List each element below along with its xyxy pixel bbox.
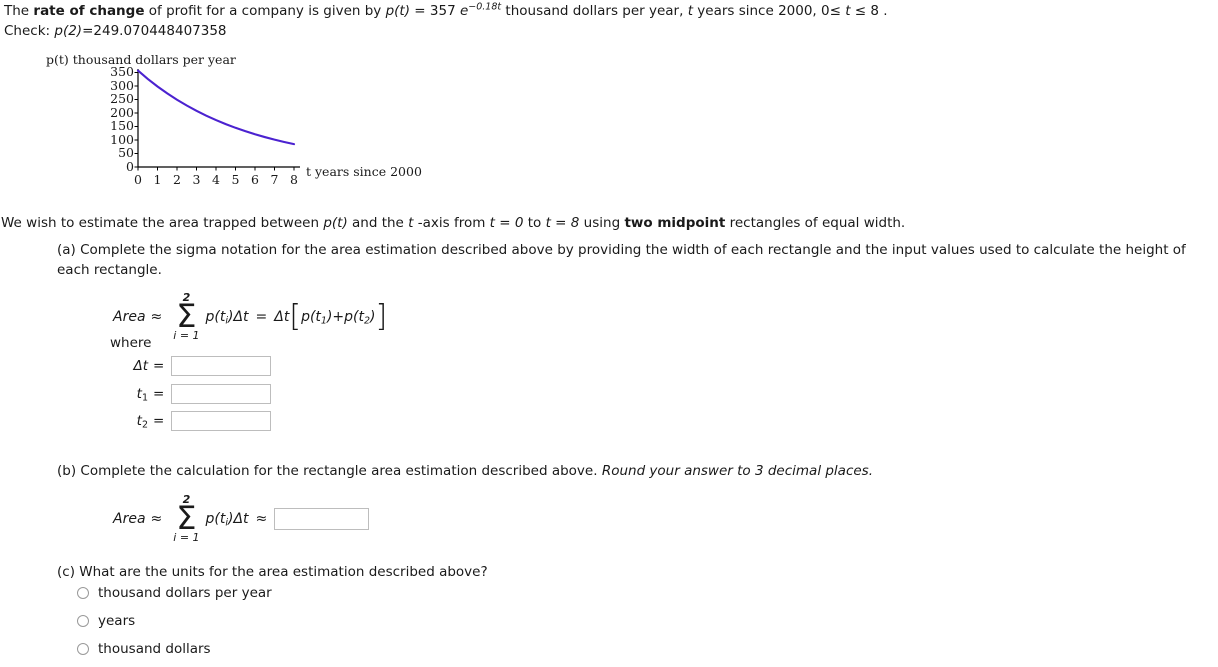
- x-tick: 0: [134, 172, 142, 187]
- bracket-open: [: [289, 298, 302, 334]
- estimate-fn: p(t): [323, 215, 348, 231]
- x-tick: 4: [212, 172, 220, 187]
- radio-option-thousand-dollars[interactable]: thousand dollars: [77, 641, 211, 657]
- summation-lower-limit-b: i = 1: [173, 531, 200, 544]
- x-tick: 6: [251, 172, 259, 187]
- check-line: Check: p(2)=249.070448407358: [4, 23, 227, 39]
- summand-suffix-b: )Δt: [228, 510, 249, 527]
- intro-tail: years since 2000, 0≤: [692, 3, 846, 19]
- delta-t-input[interactable]: [171, 356, 272, 376]
- estimate-bold: two midpoint: [624, 215, 726, 231]
- radio-option-label: thousand dollars per year: [98, 585, 272, 601]
- intro-bold-phrase: rate of change: [33, 3, 145, 19]
- area-label: Area: [113, 308, 146, 325]
- part-b-formula: Area ≈ 2 Σ i = 1 p(ti)Δt ≈: [113, 494, 370, 543]
- summand-term: p(ti)Δt: [205, 308, 249, 326]
- x-tick: 3: [192, 172, 201, 187]
- radio-button-icon[interactable]: [77, 615, 89, 627]
- approx-symbol-b: ≈: [150, 510, 163, 527]
- sigma-icon: Σ: [176, 499, 197, 537]
- problem-statement: The rate of change of profit for a compa…: [4, 1, 888, 19]
- estimate-text-e: using: [579, 215, 625, 231]
- bracket-close: ]: [375, 298, 388, 334]
- intro-mid: of profit for a company is given by: [144, 3, 386, 19]
- t2-input[interactable]: [171, 411, 272, 431]
- intro-prefix: The: [4, 3, 34, 19]
- estimate-t0: t = 0: [489, 215, 524, 231]
- x-tick: 1: [153, 172, 162, 187]
- intro-tail-2: ≤ 8 .: [850, 3, 888, 19]
- estimate-t8: t = 8: [545, 215, 580, 231]
- intro-equals: = 357: [410, 3, 460, 19]
- approx-symbol-b2: ≈: [255, 510, 268, 527]
- summand-prefix-b: p(t: [205, 510, 226, 527]
- t1-equals: =: [153, 386, 165, 402]
- summand-prefix: p(t: [205, 308, 226, 325]
- estimate-text-f: rectangles of equal width.: [725, 215, 906, 231]
- t2-field-row: t2 =: [108, 411, 272, 431]
- sigma-icon: Σ: [176, 297, 197, 335]
- delta-t-label: Δt: [133, 358, 148, 374]
- estimate-text-d: to: [523, 215, 546, 231]
- part-b-answer-input[interactable]: [274, 507, 370, 530]
- x-axis-label: t years since 2000: [306, 164, 422, 179]
- t1-label: t1: [108, 386, 148, 404]
- part-c-question: (c) What are the units for the area esti…: [57, 564, 488, 580]
- x-tick: 8: [290, 172, 298, 187]
- t1-field-row: t1 =: [108, 384, 272, 404]
- t2-equals: =: [153, 413, 165, 429]
- radio-button-icon[interactable]: [77, 643, 89, 655]
- t2-label: t2: [108, 413, 148, 431]
- radio-option-label: thousand dollars: [98, 641, 211, 657]
- exponent: −0.18t: [468, 1, 502, 13]
- t1-subscript: 1: [141, 392, 148, 404]
- decay-curve: [136, 69, 296, 146]
- summation-lower-limit: i = 1: [173, 329, 200, 342]
- where-label: where: [110, 335, 152, 351]
- summation-operator-b: 2 Σ i = 1: [173, 494, 199, 543]
- inner-prefix: p(t: [301, 308, 321, 325]
- check-value: =249.070448407358: [82, 23, 227, 39]
- x-tick: 7: [270, 172, 279, 187]
- t2-subscript: 2: [141, 419, 148, 431]
- area-label-b: Area: [113, 510, 146, 527]
- x-tick: 5: [231, 172, 240, 187]
- radio-option-label: years: [98, 613, 136, 629]
- estimate-text-b: and the: [347, 215, 409, 231]
- function-notation: p(t): [385, 3, 410, 19]
- radio-option-thousand-dollars-per-year[interactable]: thousand dollars per year: [77, 585, 272, 601]
- summand-suffix: )Δt: [228, 308, 249, 325]
- delta-t-field-row: Δt =: [108, 356, 272, 376]
- part-b-rounding-note: Round your answer to 3 decimal places.: [601, 463, 874, 479]
- part-a-formula: Area ≈ 2 Σ i = 1 p(ti)Δt = Δt [ p(t1)+p(…: [113, 292, 387, 341]
- radio-button-icon[interactable]: [77, 587, 89, 599]
- x-tick: 2: [173, 172, 181, 187]
- check-expression: p(2): [54, 23, 83, 39]
- part-b-question: (b) Complete the calculation for the rec…: [57, 463, 873, 479]
- summand-term-b: p(ti)Δt: [205, 510, 249, 528]
- summation-operator: 2 Σ i = 1: [173, 292, 199, 341]
- radio-option-years[interactable]: years: [77, 613, 135, 629]
- bracket-contents: p(t1)+p(t2): [301, 308, 375, 326]
- estimate-paragraph: We wish to estimate the area trapped bet…: [1, 215, 905, 231]
- part-b-text: (b) Complete the calculation for the rec…: [57, 463, 602, 479]
- estimate-text-c: -axis from: [413, 215, 490, 231]
- intro-units: thousand dollars per year,: [501, 3, 688, 19]
- delta-t-equals: =: [153, 358, 165, 374]
- t1-input[interactable]: [171, 384, 272, 404]
- approx-symbol: ≈: [150, 308, 163, 325]
- part-a-question: (a) Complete the sigma notation for the …: [57, 242, 1186, 278]
- delta-t-factor: Δt: [274, 308, 290, 325]
- inner-middle: )+p(t: [326, 308, 364, 325]
- estimate-text-a: We wish to estimate the area trapped bet…: [1, 215, 324, 231]
- equals-symbol: =: [255, 308, 268, 325]
- check-label: Check:: [4, 23, 55, 39]
